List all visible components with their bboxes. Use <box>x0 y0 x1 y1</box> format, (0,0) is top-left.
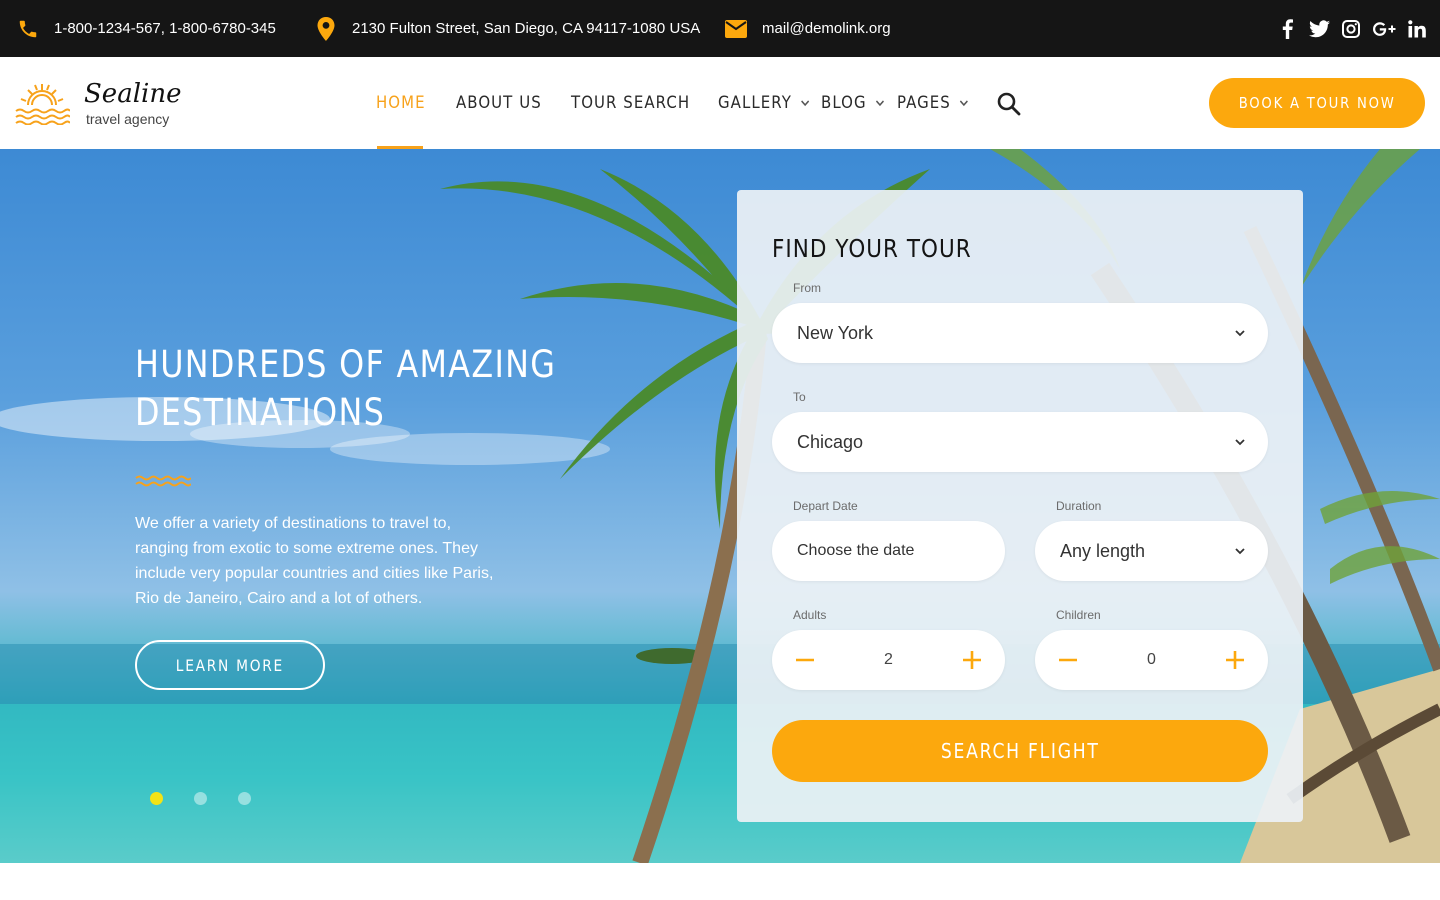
email-link[interactable]: mail@demolink.org <box>762 20 891 37</box>
phone-numbers[interactable]: 1-800-1234-567, 1-800-6780-345 <box>54 20 276 37</box>
slider-dot-1[interactable] <box>150 792 163 805</box>
search-flight-label: SEARCH FLIGHT <box>940 739 1100 763</box>
to-value: Chicago <box>797 431 864 452</box>
nav-about-us[interactable]: ABOUT US <box>456 91 542 115</box>
hero-title-line-2: DESTINATIONS <box>135 391 386 434</box>
children-label: Children <box>1056 608 1101 622</box>
duration-select[interactable]: Any length <box>1035 521 1268 581</box>
search-flight-button[interactable]: SEARCH FLIGHT <box>772 720 1268 782</box>
chevron-down-icon <box>960 99 969 106</box>
adults-label: Adults <box>793 608 827 622</box>
social-links <box>1278 0 1426 57</box>
nav-pages[interactable]: PAGES <box>897 91 969 115</box>
top-bar: 1-800-1234-567, 1-800-6780-345 2130 Fult… <box>0 0 1440 57</box>
chevron-down-icon <box>1235 439 1245 446</box>
chevron-down-icon <box>875 99 884 106</box>
nav-home-label: HOME <box>376 93 426 113</box>
nav-about-us-label: ABOUT US <box>456 93 542 113</box>
panel-title: FIND YOUR TOUR <box>772 234 972 263</box>
main-nav: HOME ABOUT US TOUR SEARCH GALLERY BLOG P… <box>0 57 1100 149</box>
address-info: 2130 Fulton Street, San Diego, CA 94117-… <box>314 0 700 57</box>
slider-dot-3[interactable] <box>238 792 251 805</box>
google-plus-icon[interactable] <box>1372 19 1396 39</box>
search-icon[interactable] <box>996 91 1022 117</box>
twitter-icon[interactable] <box>1308 19 1330 39</box>
from-label: From <box>793 281 821 295</box>
minus-icon[interactable] <box>792 647 818 673</box>
learn-more-label: LEARN MORE <box>175 655 285 675</box>
duration-value: Any length <box>1060 540 1146 561</box>
learn-more-button[interactable]: LEARN MORE <box>135 640 325 690</box>
map-pin-icon <box>314 16 338 41</box>
nav-tour-search[interactable]: TOUR SEARCH <box>571 91 690 115</box>
adults-stepper: 2 <box>772 630 1005 690</box>
plus-icon[interactable] <box>1222 647 1248 673</box>
duration-label: Duration <box>1056 499 1102 513</box>
children-stepper: 0 <box>1035 630 1268 690</box>
phone-icon <box>16 17 40 41</box>
hero-slider: HUNDREDS OF AMAZING DESTINATIONS We offe… <box>0 149 1440 863</box>
hero-title-line-1: HUNDREDS OF AMAZING <box>135 343 557 386</box>
phone-info: 1-800-1234-567, 1-800-6780-345 <box>16 0 276 57</box>
chevron-down-icon <box>1235 330 1245 337</box>
nav-tour-search-label: TOUR SEARCH <box>571 93 691 113</box>
mail-icon <box>724 17 748 41</box>
hero-description: We offer a variety of destinations to tr… <box>135 515 494 607</box>
instagram-icon[interactable] <box>1342 19 1360 39</box>
depart-date-label: Depart Date <box>793 499 858 513</box>
wave-divider-icon <box>135 475 191 487</box>
slider-dot-2[interactable] <box>194 792 207 805</box>
tour-search-panel: FIND YOUR TOUR From New York To Chicago … <box>737 190 1303 822</box>
book-tour-button[interactable]: BOOK A TOUR NOW <box>1209 78 1425 128</box>
from-select[interactable]: New York <box>772 303 1268 363</box>
chevron-down-icon <box>1235 548 1245 555</box>
minus-icon[interactable] <box>1055 647 1081 673</box>
slider-pagination <box>150 792 260 806</box>
linkedin-icon[interactable] <box>1408 19 1426 39</box>
email-info: mail@demolink.org <box>724 0 891 57</box>
to-label: To <box>793 390 806 404</box>
chevron-down-icon <box>801 99 810 106</box>
hero-title: HUNDREDS OF AMAZING DESTINATIONS <box>135 341 557 437</box>
nav-home[interactable]: HOME <box>376 91 426 115</box>
depart-date-placeholder: Choose the date <box>797 542 915 559</box>
facebook-icon[interactable] <box>1278 18 1296 39</box>
from-value: New York <box>797 322 874 343</box>
plus-icon[interactable] <box>959 647 985 673</box>
site-header: Sealine travel agency HOME ABOUT US TOUR… <box>0 57 1440 149</box>
nav-blog[interactable]: BLOG <box>821 91 884 115</box>
depart-date-input[interactable]: Choose the date <box>772 521 1005 581</box>
nav-gallery-label: GALLERY <box>718 93 792 113</box>
nav-gallery[interactable]: GALLERY <box>718 91 810 115</box>
to-select[interactable]: Chicago <box>772 412 1268 472</box>
nav-pages-label: PAGES <box>897 93 951 113</box>
address-text: 2130 Fulton Street, San Diego, CA 94117-… <box>352 20 701 37</box>
book-tour-label: BOOK A TOUR NOW <box>1238 94 1396 112</box>
nav-blog-label: BLOG <box>821 93 867 113</box>
